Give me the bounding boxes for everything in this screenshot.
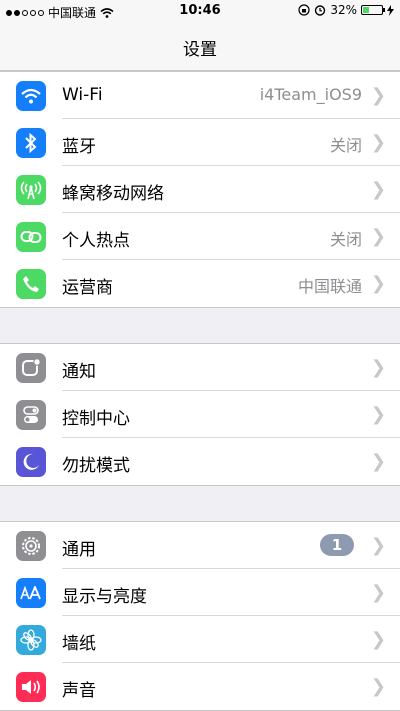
chevron-right-icon: ❯ — [370, 273, 386, 294]
row-label: 蓝牙 — [62, 137, 96, 157]
chevron-right-icon: ❯ — [370, 535, 386, 556]
row-label: 个人热点 — [62, 231, 130, 251]
row-wallpaper[interactable]: 墙纸 ❯ — [0, 616, 400, 663]
row-label: Wi-Fi — [62, 85, 103, 105]
orientation-lock-icon — [298, 4, 310, 16]
row-display-brightness[interactable]: 显示与亮度 ❯ — [0, 569, 400, 616]
row-label: 勿扰模式 — [62, 456, 130, 476]
chevron-right-icon: ❯ — [370, 85, 386, 106]
row-wifi[interactable]: Wi-Fi i4Team_iOS9 ❯ — [0, 72, 400, 119]
cellular-icon — [16, 175, 46, 205]
moon-icon — [16, 447, 46, 477]
row-label: 声音 — [62, 681, 96, 701]
charging-bolt-icon — [387, 4, 394, 16]
chevron-right-icon: ❯ — [370, 132, 386, 153]
gear-icon — [16, 531, 46, 561]
status-bar: 中国联通 10:46 32% — [0, 0, 400, 22]
row-do-not-disturb[interactable]: 勿扰模式 ❯ — [0, 438, 400, 485]
chevron-right-icon: ❯ — [370, 629, 386, 650]
row-carrier[interactable]: 运营商 中国联通 ❯ — [0, 260, 400, 307]
row-label: 墙纸 — [62, 634, 96, 654]
chevron-right-icon: ❯ — [370, 676, 386, 697]
row-bluetooth[interactable]: 蓝牙 关闭 ❯ — [0, 119, 400, 166]
row-detail: 关闭 — [329, 230, 362, 249]
wallpaper-icon — [16, 625, 46, 655]
navigation-bar: 设置 — [0, 22, 400, 71]
chevron-right-icon: ❯ — [370, 582, 386, 603]
row-detail: 关闭 — [329, 136, 362, 155]
row-control-center[interactable]: 控制中心 ❯ — [0, 391, 400, 438]
row-label: 显示与亮度 — [62, 587, 147, 607]
battery-icon — [361, 5, 385, 15]
wifi-icon — [16, 81, 46, 111]
hotspot-icon — [16, 222, 46, 252]
battery-percent: 32% — [330, 3, 357, 17]
status-right: 32% — [298, 3, 394, 17]
update-badge: 1 — [320, 534, 354, 556]
row-general[interactable]: 通用 1 ❯ — [0, 522, 400, 569]
chevron-right-icon: ❯ — [370, 404, 386, 425]
phone-icon — [16, 269, 46, 299]
row-label: 运营商 — [62, 278, 113, 298]
row-sounds[interactable]: 声音 ❯ — [0, 663, 400, 710]
row-label: 通知 — [62, 362, 96, 382]
row-personal-hotspot[interactable]: 个人热点 关闭 ❯ — [0, 213, 400, 260]
control-center-icon — [16, 400, 46, 430]
notifications-icon — [16, 353, 46, 383]
chevron-right-icon: ❯ — [370, 451, 386, 472]
alarm-icon — [315, 5, 326, 16]
chevron-right-icon: ❯ — [370, 179, 386, 200]
settings-group-general: 通用 1 ❯ 显示与亮度 ❯ 墙纸 ❯ 声音 ❯ — [0, 521, 400, 711]
row-detail: 中国联通 — [297, 277, 362, 296]
settings-group-notifications: 通知 ❯ 控制中心 ❯ 勿扰模式 ❯ — [0, 343, 400, 486]
settings-group-connectivity: Wi-Fi i4Team_iOS9 ❯ 蓝牙 关闭 ❯ 蜂窝移动网络 ❯ 个人热… — [0, 71, 400, 308]
chevron-right-icon: ❯ — [370, 226, 386, 247]
row-label: 控制中心 — [62, 409, 130, 429]
row-label: 蜂窝移动网络 — [62, 184, 164, 204]
page-title: 设置 — [183, 40, 217, 60]
chevron-right-icon: ❯ — [370, 357, 386, 378]
row-detail: i4Team_iOS9 — [259, 85, 362, 104]
row-notifications[interactable]: 通知 ❯ — [0, 344, 400, 391]
sound-icon — [16, 672, 46, 702]
bluetooth-icon — [16, 128, 46, 158]
display-icon — [16, 578, 46, 608]
row-label: 通用 — [62, 540, 96, 560]
row-cellular[interactable]: 蜂窝移动网络 ❯ — [0, 166, 400, 213]
